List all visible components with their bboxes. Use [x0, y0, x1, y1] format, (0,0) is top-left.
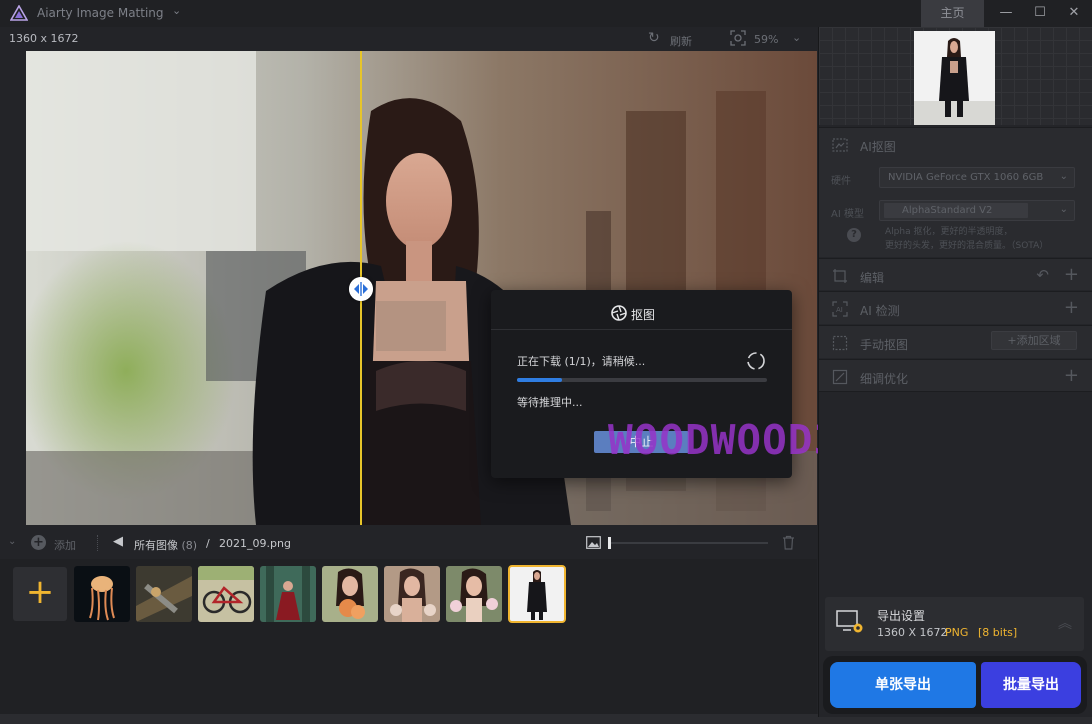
- ai-matting-title: AI抠图: [860, 140, 896, 154]
- chevron-down-icon: ⌄: [792, 31, 802, 44]
- all-images-label: 所有图像: [134, 539, 178, 552]
- hardware-label: 硬件: [831, 176, 851, 187]
- export-bit-depth: [8 bits]: [978, 626, 1018, 639]
- zoom-level: 59%: [754, 33, 779, 46]
- plus-icon[interactable]: +: [1064, 365, 1079, 386]
- ai-model-label: AI 模型: [831, 209, 864, 220]
- thumbnail-size-slider[interactable]: [608, 537, 768, 549]
- single-export-button[interactable]: 单张导出: [830, 662, 976, 708]
- ai-detect-section[interactable]: AI AI 检测 +: [819, 291, 1092, 324]
- refine-title: 细调优化: [860, 372, 909, 386]
- edit-title: 编辑: [860, 271, 885, 285]
- result-preview-thumbnail[interactable]: [914, 31, 995, 125]
- all-images-link[interactable]: 所有图像 (8): [134, 537, 197, 553]
- model-description-line2: 更好的头发，更好的混合质量。（SOTA）: [885, 241, 1049, 251]
- ai-model-select[interactable]: AlphaStandard V2 ⌄: [879, 200, 1075, 221]
- inference-status-text: 等待推理中...: [517, 396, 583, 409]
- watermark-text: WOODWOOD3: [608, 416, 840, 464]
- ai-model-value: AlphaStandard V2: [902, 205, 993, 216]
- edit-section[interactable]: 编辑 ↶ +: [819, 258, 1092, 290]
- minimize-button[interactable]: —: [989, 0, 1023, 27]
- chevron-down-icon: ⌄: [1059, 204, 1068, 215]
- plus-icon[interactable]: +: [1064, 264, 1079, 285]
- add-image-tile[interactable]: +: [13, 567, 67, 621]
- thumbnail-woman-flowers-2[interactable]: [384, 566, 440, 622]
- refine-section[interactable]: 细调优化 +: [819, 359, 1092, 391]
- thumbnail-toolbar: ⌄ + 添加 ◀ 所有图像 (8) / 2021_09.png: [0, 527, 817, 559]
- breadcrumb-separator: /: [206, 537, 210, 550]
- chevron-down-icon: ⌄: [1059, 171, 1068, 182]
- thumbnail-red-dress-forest[interactable]: [260, 566, 316, 622]
- loading-spinner-icon: [747, 352, 765, 370]
- preview-area: [819, 27, 1092, 125]
- thumbnail-strip: +: [0, 559, 817, 714]
- zoom-fit-icon: [730, 30, 746, 46]
- image-size-icon: [586, 536, 601, 549]
- export-button-group: 单张导出 批量导出: [823, 656, 1087, 714]
- app-logo-icon: [10, 5, 28, 21]
- all-images-count: (8): [181, 539, 198, 552]
- dialog-title: 抠图: [631, 308, 656, 322]
- panel-empty-space: [819, 391, 1092, 591]
- ai-detect-icon: AI: [832, 301, 848, 317]
- chevron-up-icon[interactable]: ︽: [1058, 613, 1072, 633]
- manual-matting-title: 手动抠图: [860, 338, 909, 352]
- trash-icon[interactable]: [782, 535, 795, 550]
- add-region-button[interactable]: +添加区域: [991, 331, 1077, 350]
- svg-text:AI: AI: [836, 306, 843, 314]
- image-dimensions: 1360 x 1672: [9, 32, 79, 45]
- add-circle-icon[interactable]: +: [31, 535, 46, 550]
- refine-icon: [832, 369, 848, 385]
- model-description-line1: Alpha 抠化，更好的半透明度，: [885, 227, 1013, 237]
- thumbnail-woman-flowers-1[interactable]: [322, 566, 378, 622]
- refresh-label: 刷新: [670, 35, 692, 48]
- add-images-label[interactable]: 添加: [54, 537, 76, 553]
- close-button[interactable]: ✕: [1057, 0, 1091, 27]
- export-settings[interactable]: 导出设置 1360 X 1672 PNG [8 bits] ︽: [825, 597, 1084, 651]
- manual-select-icon: [832, 335, 848, 351]
- plus-icon[interactable]: +: [1064, 297, 1079, 318]
- back-arrow-icon[interactable]: ◀: [113, 534, 123, 549]
- refresh-icon: ↻: [648, 30, 660, 46]
- export-settings-icon: [836, 610, 863, 633]
- home-button[interactable]: 主页: [921, 0, 984, 27]
- manual-matting-section[interactable]: 手动抠图 +添加区域: [819, 325, 1092, 358]
- compare-slider-handle[interactable]: [349, 277, 373, 301]
- batch-export-button[interactable]: 批量导出: [981, 662, 1081, 708]
- hardware-select[interactable]: NVIDIA GeForce GTX 1060 6GB ⌄: [879, 167, 1075, 188]
- export-settings-title: 导出设置: [877, 609, 926, 623]
- current-file-name: 2021_09.png: [219, 537, 291, 550]
- collapse-chevron-icon[interactable]: ⌄: [8, 536, 16, 547]
- slider-knob[interactable]: [608, 537, 611, 549]
- aperture-icon: [611, 305, 627, 321]
- help-icon[interactable]: ?: [847, 228, 861, 242]
- thumbnail-forest-bird[interactable]: [136, 566, 192, 622]
- ai-matting-icon: [832, 138, 848, 152]
- crop-edit-icon: [833, 269, 847, 283]
- ai-detect-title: AI 检测: [860, 304, 900, 318]
- chevron-down-icon[interactable]: ⌄: [172, 4, 181, 17]
- export-format: PNG: [945, 626, 969, 639]
- download-status-text: 正在下载 (1/1)，请稍候...: [517, 355, 646, 368]
- hardware-value: NVIDIA GeForce GTX 1060 6GB: [888, 172, 1044, 183]
- app-window: Aiarty Image Matting ⌄ 主页 — ☐ ✕ 1360 x 1…: [0, 0, 1092, 724]
- thumbnail-woman-street[interactable]: [508, 565, 566, 623]
- app-title: Aiarty Image Matting: [37, 6, 164, 20]
- thumbnail-jellyfish[interactable]: [74, 566, 130, 622]
- toolbar-divider: [97, 535, 98, 551]
- download-progress-bar: [517, 378, 767, 382]
- download-progress-fill: [517, 378, 562, 382]
- undo-icon[interactable]: ↶: [1036, 266, 1049, 284]
- maximize-button[interactable]: ☐: [1023, 0, 1057, 27]
- title-bar: Aiarty Image Matting ⌄ 主页 — ☐ ✕: [0, 0, 1092, 27]
- thumbnail-bicycle[interactable]: [198, 566, 254, 622]
- dialog-header: 抠图: [491, 290, 792, 330]
- thumbnail-woman-flowers-3[interactable]: [446, 566, 502, 622]
- export-dimensions: 1360 X 1672: [877, 626, 948, 639]
